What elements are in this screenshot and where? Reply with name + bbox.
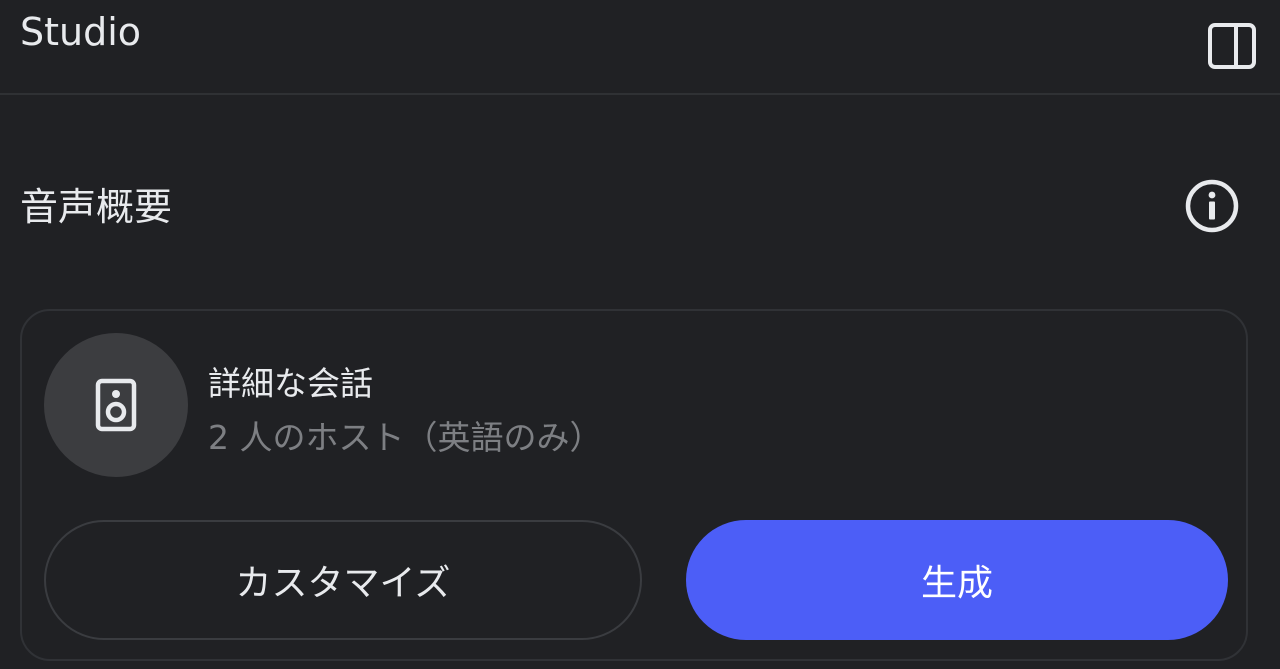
panel-toggle-button[interactable] [1200, 14, 1264, 78]
generate-button-label: 生成 [920, 563, 993, 604]
info-icon [1185, 179, 1239, 233]
speaker-icon [95, 378, 137, 432]
customize-button-label: カスタマイズ [235, 563, 451, 604]
card-title: 詳細な会話 [208, 364, 373, 403]
card-subtitle: 2 人のホスト（英語のみ） [208, 418, 603, 457]
info-button[interactable] [1176, 172, 1248, 240]
section-title: 音声概要 [20, 185, 173, 229]
generate-button[interactable]: 生成 [686, 520, 1228, 640]
audio-overview-card: 詳細な会話 2 人のホスト（英語のみ） カスタマイズ 生成 [20, 309, 1248, 661]
studio-header: Studio [0, 0, 1280, 95]
side-panel-icon [1208, 23, 1256, 69]
customize-button[interactable]: カスタマイズ [44, 520, 642, 640]
audio-avatar [44, 333, 188, 477]
header-title: Studio [20, 10, 142, 54]
